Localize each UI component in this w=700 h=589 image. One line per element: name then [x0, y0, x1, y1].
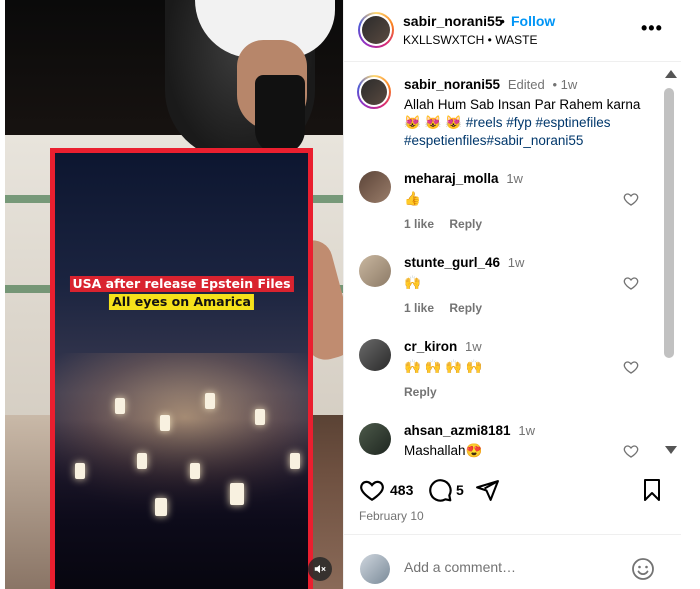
speaker-muted-icon [314, 564, 326, 574]
caption-time: • 1w [552, 77, 578, 92]
separator-dot: • [500, 13, 505, 29]
likes-count[interactable]: 483 [390, 482, 413, 498]
heart-icon[interactable] [623, 359, 639, 375]
caption-hashtags-1[interactable]: #reels #fyp #esptinefiles [466, 115, 611, 130]
comments-count: 5 [456, 482, 464, 498]
caption-hashtags-2[interactable]: #espetienfiles#sabir_norani55 [404, 132, 644, 150]
post-details-panel: sabir_norani55 • Follow KXLLSWXTCH • WAS… [343, 0, 681, 589]
heart-icon[interactable] [623, 443, 639, 459]
speaker-beard [255, 75, 305, 155]
scroll-thumb[interactable] [664, 88, 674, 358]
comments-list[interactable]: sabir_norani55 Edited • 1w Allah Hum Sab… [344, 63, 666, 463]
comment-bubble-icon[interactable] [427, 477, 453, 503]
comment-time: 1w [465, 339, 482, 354]
like-heart-icon[interactable] [359, 477, 385, 503]
caption-text: Allah Hum Sab Insan Par Rahem karna [404, 97, 641, 112]
heart-icon[interactable] [623, 191, 639, 207]
share-send-icon[interactable] [475, 478, 500, 503]
save-bookmark-icon[interactable] [640, 477, 664, 503]
embedded-video-frame: USA after release Epstein Files All eyes… [50, 148, 313, 589]
author-username[interactable]: sabir_norani55 [403, 13, 503, 29]
comment-text: 🙌 🙌 🙌 🙌 [404, 359, 483, 374]
comment-input[interactable] [404, 559, 624, 575]
comment-text: Mashallah😍 [404, 443, 483, 458]
heart-icon[interactable] [623, 275, 639, 291]
overlay-line-1: USA after release Epstein Files [69, 276, 294, 292]
scroll-down-arrow-icon[interactable] [665, 446, 677, 454]
commenter-username[interactable]: cr_kiron [404, 339, 457, 354]
commenter-username[interactable]: ahsan_azmi8181 [404, 423, 511, 438]
comment-time: 1w [506, 171, 523, 186]
post-date: February 10 [359, 509, 424, 523]
commenter-avatar[interactable] [359, 255, 391, 287]
commenter-avatar[interactable] [359, 423, 391, 455]
scroll-up-arrow-icon[interactable] [665, 70, 677, 78]
author-avatar[interactable] [358, 12, 394, 48]
post-header: sabir_norani55 • Follow KXLLSWXTCH • WAS… [344, 0, 681, 62]
comment-text: 🙌 [404, 275, 421, 290]
comment-time: 1w [518, 423, 535, 438]
comment-text: 👍 [404, 191, 421, 206]
add-comment-bar [344, 534, 681, 589]
commenter-avatar[interactable] [359, 171, 391, 203]
reply-button[interactable]: Reply [404, 385, 437, 399]
video-overlay-text: USA after release Epstein Files All eyes… [69, 275, 294, 311]
audio-track-link[interactable]: KXLLSWXTCH • WASTE [403, 33, 537, 47]
emoji-picker-icon[interactable] [631, 557, 655, 581]
follow-button[interactable]: Follow [511, 13, 555, 29]
more-options-button[interactable]: ••• [641, 18, 663, 39]
caption-avatar[interactable] [357, 75, 391, 109]
caption-username[interactable]: sabir_norani55 [404, 77, 500, 92]
comments-scrollbar[interactable] [661, 66, 679, 458]
caption-emojis: 😻 😻 😻 [404, 115, 462, 130]
mute-button[interactable] [308, 557, 332, 581]
commenter-username[interactable]: meharaj_molla [404, 171, 499, 186]
overlay-line-2: All eyes on Amarica [109, 294, 254, 310]
comment-time: 1w [507, 255, 525, 270]
post-actions-bar: 483 5 February 10 [344, 465, 681, 525]
commenter-username[interactable]: stunte_gurl_46 [404, 255, 500, 270]
edited-label: Edited [507, 77, 545, 92]
current-user-avatar [360, 554, 390, 584]
reply-button[interactable]: Reply [449, 301, 482, 315]
comment-likes[interactable]: 1 like [404, 217, 434, 231]
background-figure [5, 415, 50, 589]
post-video[interactable]: USA after release Epstein Files All eyes… [5, 0, 343, 589]
comment-likes[interactable]: 1 like [404, 301, 434, 315]
reply-button[interactable]: Reply [449, 217, 482, 231]
commenter-avatar[interactable] [359, 339, 391, 371]
